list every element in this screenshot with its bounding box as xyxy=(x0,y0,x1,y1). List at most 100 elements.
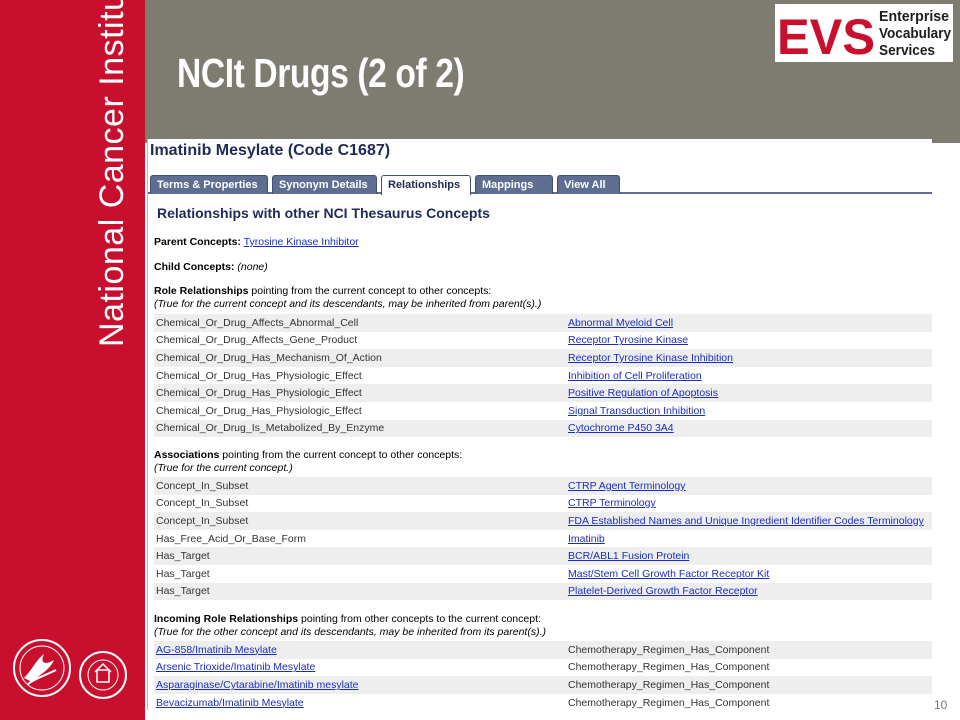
concept-link[interactable]: Abnormal Myeloid Cell xyxy=(568,317,673,329)
tab-view-all[interactable]: View All xyxy=(557,175,620,194)
concept-cell: Receptor Tyrosine Kinase xyxy=(566,331,932,350)
tab-mappings[interactable]: Mappings xyxy=(475,175,553,194)
role-relationships-header: Role Relationships pointing from the cur… xyxy=(154,285,491,297)
role-relationships-desc: pointing from the current concept to oth… xyxy=(248,285,492,297)
table-row: Concept_In_Subset FDA Established Names a… xyxy=(154,512,932,530)
incoming-role-label: Incoming Role Relationships xyxy=(154,613,299,625)
section-heading: Relationships with other NCI Thesaurus C… xyxy=(157,205,490,221)
parent-concept-link[interactable]: Tyrosine Kinase Inhibitor xyxy=(244,236,359,248)
child-concepts-line: Child Concepts: (none) xyxy=(154,261,268,273)
hhs-seal-icon xyxy=(13,639,71,697)
associations-table: Concept_In_Subset CTRP Agent Terminology C… xyxy=(154,477,932,601)
incoming-role-note-text: (True for the other concept and its desc… xyxy=(154,626,546,638)
relationship-cell: Concept_In_Subset xyxy=(154,512,566,530)
concept-link[interactable]: Platelet-Derived Growth Factor Receptor xyxy=(568,585,758,597)
concept-link[interactable]: Receptor Tyrosine Kinase xyxy=(568,334,688,346)
concept-link[interactable]: CTRP Terminology xyxy=(568,497,656,509)
tab-relationships[interactable]: Relationships xyxy=(381,175,471,195)
table-row: Chemical_Or_Drug_Affects_Abnormal_Cell Ab… xyxy=(154,314,932,332)
table-row: Chemical_Or_Drug_Has_Physiologic_Effect S… xyxy=(154,401,932,420)
incoming-role-table: AG-858/Imatinib Mesylate Chemotherapy_Reg… xyxy=(154,641,932,710)
concept-cell: Mast/Stem Cell Growth Factor Receptor Ki… xyxy=(566,564,932,583)
child-concepts-value: (none) xyxy=(237,261,268,273)
evs-logo-line3: Services xyxy=(879,42,935,59)
table-row: Chemical_Or_Drug_Is_Metabolized_By_Enzym… xyxy=(154,419,932,438)
concept-link[interactable]: Positive Regulation of Apoptosis xyxy=(568,387,718,399)
table-row: Chemical_Or_Drug_Has_Mechanism_Of_Action… xyxy=(154,349,932,367)
concept-cell: Cytochrome P450 3A4 xyxy=(566,419,932,438)
concept-link[interactable]: Asparaginase/Cytarabine/Imatinib mesylat… xyxy=(156,679,359,691)
associations-header: Associations pointing from the current c… xyxy=(154,449,462,461)
table-row: Bevacizumab/Imatinib Mesylate Chemotherap… xyxy=(154,693,932,710)
concept-link[interactable]: Cytochrome P450 3A4 xyxy=(568,422,674,434)
concept-title: Imatinib Mesylate (Code C1687) xyxy=(150,142,391,159)
role-relationships-note: (True for the current concept and its de… xyxy=(154,298,541,310)
concept-link[interactable]: Mast/Stem Cell Growth Factor Receptor Ki… xyxy=(568,568,769,580)
evs-logo-letters: EVS xyxy=(777,9,875,62)
concept-cell: Signal Transduction Inhibition xyxy=(566,401,932,420)
concept-cell: CTRP Agent Terminology xyxy=(566,477,932,495)
concept-cell: Platelet-Derived Growth Factor Receptor xyxy=(566,582,932,601)
concept-cell: Chemotherapy_Regimen_Has_Component xyxy=(566,658,932,677)
parent-concepts-line: Parent Concepts: Tyrosine Kinase Inhibit… xyxy=(154,236,359,248)
associations-note-text: (True for the current concept.) xyxy=(154,462,293,474)
concept-cell: Chemotherapy_Regimen_Has_Component xyxy=(566,676,932,694)
associations-desc: pointing from the current concept to oth… xyxy=(219,449,463,461)
table-row: Chemical_Or_Drug_Has_Physiologic_Effect I… xyxy=(154,366,932,385)
tab-terms-properties[interactable]: Terms & Properties xyxy=(150,175,268,194)
concept-cell: Receptor Tyrosine Kinase Inhibition xyxy=(566,349,932,367)
concept-cell: Positive Regulation of Apoptosis xyxy=(566,384,932,402)
relationship-cell: Has_Target xyxy=(154,547,566,565)
relationship-cell: AG-858/Imatinib Mesylate xyxy=(154,641,566,659)
table-row: AG-858/Imatinib Mesylate Chemotherapy_Reg… xyxy=(154,641,932,659)
concept-link[interactable]: Imatinib xyxy=(568,533,605,545)
table-row: Has_Target Mast/Stem Cell Growth Factor R… xyxy=(154,564,932,583)
table-row: Has_Free_Acid_Or_Base_Form Imatinib xyxy=(154,529,932,548)
concept-link[interactable]: Inhibition of Cell Proliferation xyxy=(568,370,702,382)
concept-link[interactable]: FDA Established Names and Unique Ingredi… xyxy=(568,515,924,527)
evs-logo-line1: Enterprise xyxy=(879,8,949,25)
concept-link[interactable]: BCR/ABL1 Fusion Protein xyxy=(568,550,689,562)
concept-link[interactable]: CTRP Agent Terminology xyxy=(568,480,686,492)
associations-label: Associations xyxy=(154,449,220,461)
evs-logo-line2: Vocabulary xyxy=(879,25,952,42)
concept-link[interactable]: Arsenic Trioxide/Imatinib Mesylate xyxy=(156,661,315,673)
relationship-cell: Concept_In_Subset xyxy=(154,477,566,495)
role-relationships-note-text: (True for the current concept and its de… xyxy=(154,298,542,310)
concept-cell: Chemotherapy_Regimen_Has_Component xyxy=(566,641,932,659)
concept-cell: Inhibition of Cell Proliferation xyxy=(566,366,932,385)
parent-concepts-label: Parent Concepts: xyxy=(154,236,241,248)
relationship-cell: Chemical_Or_Drug_Affects_Abnormal_Cell xyxy=(154,314,566,332)
incoming-role-note: (True for the other concept and its desc… xyxy=(154,626,546,638)
table-row: Arsenic Trioxide/Imatinib Mesylate Chemot… xyxy=(154,658,932,677)
role-relationships-label: Role Relationships xyxy=(154,285,249,297)
concept-cell: FDA Established Names and Unique Ingredi… xyxy=(566,512,932,530)
concept-link[interactable]: AG-858/Imatinib Mesylate xyxy=(156,644,277,656)
slide-title: NCIt Drugs (2 of 2) xyxy=(177,50,465,96)
relationship-cell: Has_Target xyxy=(154,582,566,601)
table-row: Chemical_Or_Drug_Affects_Gene_Product Rec… xyxy=(154,331,932,350)
concept-cell: BCR/ABL1 Fusion Protein xyxy=(566,547,932,565)
relationship-cell: Chemical_Or_Drug_Has_Mechanism_Of_Action xyxy=(154,349,566,367)
nci-sidebar: National Cancer Institute xyxy=(0,0,145,720)
relationship-cell: Has_Target xyxy=(154,564,566,583)
ncit-browser-panel: Imatinib Mesylate (Code C1687) Terms & P… xyxy=(147,139,932,710)
relationship-cell: Chemical_Or_Drug_Has_Physiologic_Effect xyxy=(154,401,566,420)
child-concepts-label: Child Concepts: xyxy=(154,261,235,273)
table-row: Concept_In_Subset CTRP Terminology xyxy=(154,494,932,513)
tab-bar: Terms & Properties Synonym Details Relat… xyxy=(148,174,932,195)
relationship-cell: Chemical_Or_Drug_Has_Physiologic_Effect xyxy=(154,366,566,385)
concept-cell: Abnormal Myeloid Cell xyxy=(566,314,932,332)
relationship-cell: Arsenic Trioxide/Imatinib Mesylate xyxy=(154,658,566,677)
concept-link[interactable]: Bevacizumab/Imatinib Mesylate xyxy=(156,697,304,709)
table-row: Asparaginase/Cytarabine/Imatinib mesylat… xyxy=(154,676,932,694)
concept-link[interactable]: Signal Transduction Inhibition xyxy=(568,405,705,417)
table-row: Has_Target Platelet-Derived Growth Factor… xyxy=(154,582,932,601)
tab-synonym-details[interactable]: Synonym Details xyxy=(272,175,377,194)
associations-note: (True for the current concept.) xyxy=(154,462,293,474)
relationship-cell: Bevacizumab/Imatinib Mesylate xyxy=(154,693,566,710)
role-relationships-table: Chemical_Or_Drug_Affects_Abnormal_Cell Ab… xyxy=(154,314,932,438)
concept-link[interactable]: Receptor Tyrosine Kinase Inhibition xyxy=(568,352,733,364)
relationship-cell: Asparaginase/Cytarabine/Imatinib mesylat… xyxy=(154,676,566,694)
nci-vertical-wordmark: National Cancer Institute xyxy=(93,0,131,347)
